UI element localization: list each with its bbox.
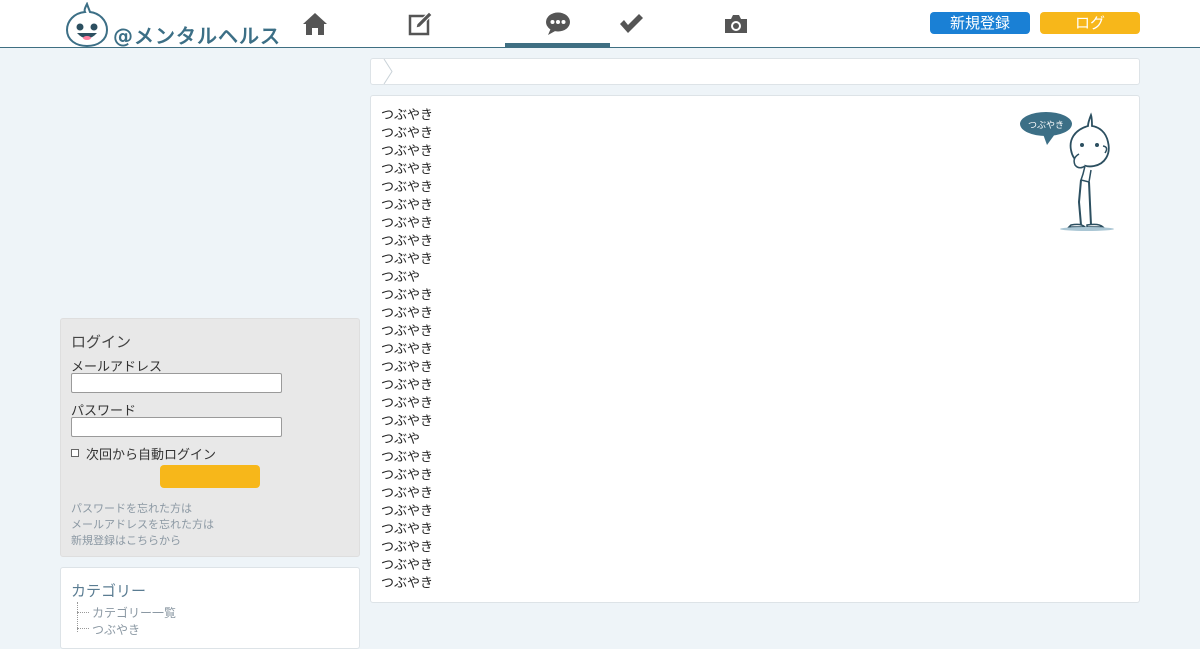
tree-branch	[77, 612, 89, 613]
tweet-item[interactable]: つぶやき	[381, 575, 433, 593]
tweet-item[interactable]: つぶやき	[381, 503, 433, 521]
tweet-item[interactable]: つぶやき	[381, 143, 433, 161]
forgot-email-link[interactable]: メールアドレスを忘れた方は	[71, 516, 214, 532]
nav-photo[interactable]	[683, 0, 788, 47]
category-box: カテゴリー カテゴリー一覧 つぶやき	[60, 567, 360, 649]
mascot-bubble-text: つぶやき	[1028, 120, 1064, 131]
password-field[interactable]	[71, 417, 282, 437]
tweet-item[interactable]: つぶやき	[381, 251, 433, 269]
register-button[interactable]: 新規登録	[930, 12, 1030, 34]
site-logo[interactable]: @メンタルヘルス	[65, 1, 281, 48]
tree-branch	[77, 628, 89, 629]
remember-label: 次回から自動ログイン	[86, 448, 217, 463]
tweet-item[interactable]: つぶやき	[381, 341, 433, 359]
login-button[interactable]: ログ	[1040, 12, 1140, 34]
tweet-item[interactable]: つぶやき	[381, 107, 433, 125]
signup-link[interactable]: 新規登録はこちらから	[71, 532, 181, 548]
checkmark-icon	[619, 13, 643, 33]
category-box-title: カテゴリー	[71, 582, 147, 600]
login-submit-button[interactable]	[160, 465, 260, 488]
tweet-list: つぶやき つぶやき つぶやき つぶやき つぶやき つぶやき つぶやき つぶやき つぶやき つぶやつ…	[381, 107, 433, 593]
tweet-item[interactable]: つぶやき	[381, 287, 433, 305]
chat-bubble-icon	[545, 12, 570, 35]
edit-icon	[408, 10, 433, 35]
tweet-item[interactable]: つぶやき	[381, 323, 433, 341]
login-box: ログイン メールアドレス パスワード 次回から自動ログイン パスワードを忘れた方…	[60, 318, 360, 557]
camera-icon	[724, 14, 747, 33]
tweet-item[interactable]: つぶやき	[381, 377, 433, 395]
remember-checkbox[interactable]	[71, 449, 79, 457]
logo-text: @メンタルヘルス	[113, 24, 281, 48]
nav-write[interactable]	[368, 0, 473, 47]
login-box-title: ログイン	[71, 333, 132, 351]
mascot-logo-icon	[65, 1, 109, 48]
tweet-item[interactable]: つぶや	[381, 269, 433, 287]
breadcrumb-separator-icon	[383, 59, 393, 84]
site-header: @メンタルヘルス 新規登録 ログ	[0, 0, 1200, 48]
tweet-item[interactable]: つぶやき	[381, 305, 433, 323]
home-icon	[302, 12, 327, 35]
breadcrumb	[370, 58, 1140, 85]
category-item[interactable]: カテゴリー一覧	[92, 604, 176, 621]
tweet-panel: つぶやき つぶやき つぶやき つぶやき つぶやき つぶやき つぶやき つぶやき つぶやき つぶやつ…	[370, 95, 1140, 603]
mascot-illustration: つぶやき	[1020, 112, 1114, 231]
tweet-item[interactable]: つぶやき	[381, 179, 433, 197]
forgot-password-link[interactable]: パスワードを忘れた方は	[71, 500, 192, 516]
tweet-item[interactable]: つぶやき	[381, 467, 433, 485]
tweet-item[interactable]: つぶやき	[381, 359, 433, 377]
tweet-item[interactable]: つぶやき	[381, 215, 433, 233]
tweet-item[interactable]: つぶやき	[381, 521, 433, 539]
tweet-item[interactable]: つぶやき	[381, 485, 433, 503]
tweet-item[interactable]: つぶやき	[381, 413, 433, 431]
email-field[interactable]	[71, 373, 282, 393]
nav-home[interactable]	[262, 0, 367, 47]
tweet-item[interactable]: つぶやき	[381, 539, 433, 557]
tweet-item[interactable]: つぶやき	[381, 395, 433, 413]
tweet-item[interactable]: つぶやき	[381, 449, 433, 467]
tweet-item[interactable]: つぶやき	[381, 125, 433, 143]
tweet-item[interactable]: つぶやき	[381, 557, 433, 575]
tweet-item[interactable]: つぶや	[381, 431, 433, 449]
tweet-item[interactable]: つぶやき	[381, 233, 433, 251]
nav-check[interactable]	[578, 0, 683, 47]
tweet-item[interactable]: つぶやき	[381, 197, 433, 215]
tweet-item[interactable]: つぶやき	[381, 161, 433, 179]
